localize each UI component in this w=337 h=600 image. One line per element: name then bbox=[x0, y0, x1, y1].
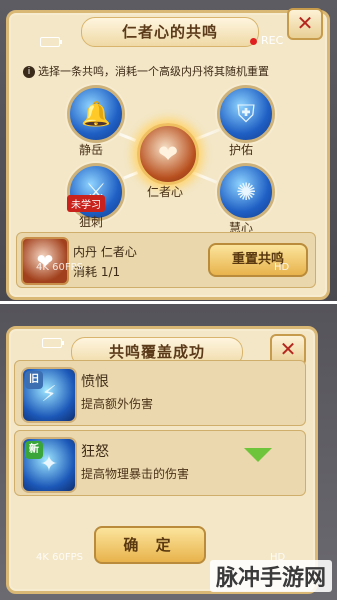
node-huyou[interactable]: ⛨ bbox=[217, 85, 275, 143]
shield-icon: ⛨ bbox=[237, 100, 255, 128]
skill-name: 狂怒 bbox=[81, 444, 109, 460]
confirm-button[interactable]: 确 定 bbox=[94, 526, 206, 564]
panel-title: 仁者心的共鸣 bbox=[81, 17, 259, 47]
node-label-jingyue: 静岳 bbox=[79, 143, 104, 157]
result-screen: 共鸣覆盖成功 ✕ ⚡ 旧 愤恨 提高额外伤害 ✦ 新 狂怒 提高物理暴击的伤害 … bbox=[0, 304, 337, 600]
battery-icon bbox=[40, 37, 62, 47]
info-icon: i bbox=[23, 66, 35, 78]
rec-dot-icon bbox=[250, 37, 257, 45]
old-tag: 旧 bbox=[25, 371, 43, 389]
skill-row-new[interactable]: ✦ 新 狂怒 提高物理暴击的伤害 bbox=[14, 430, 306, 496]
fps-overlay: 4K 60FPS bbox=[36, 552, 83, 563]
skill-icon: ✦ 新 bbox=[21, 437, 77, 493]
rec-label: REC bbox=[261, 34, 284, 47]
heart-icon: ❤ bbox=[36, 249, 54, 273]
battery-icon bbox=[42, 338, 64, 348]
item-name: 内丹 仁者心 bbox=[73, 245, 137, 259]
arrow-down-icon bbox=[244, 448, 272, 462]
skill-desc: 提高物理暴击的伤害 bbox=[81, 467, 190, 481]
bell-icon: 🔔 bbox=[81, 100, 111, 128]
node-label-juci: 狙刺 bbox=[79, 215, 104, 229]
node-jingyue[interactable]: 🔔 bbox=[67, 85, 125, 143]
rec-indicator: REC bbox=[250, 34, 283, 47]
node-label-huyou: 护佑 bbox=[229, 143, 254, 157]
skill-row-old[interactable]: ⚡ 旧 愤恨 提高额外伤害 bbox=[14, 360, 306, 426]
hd-overlay: HD bbox=[274, 262, 290, 273]
skill-name: 愤恨 bbox=[81, 374, 109, 390]
resonance-screen: 仁者心的共鸣 i 选择一条共鸣，消耗一个高级内丹将其随机重置 🔔 静岳 ⛨ 护佑 … bbox=[0, 0, 337, 302]
unlearned-badge: 未学习 bbox=[67, 195, 105, 212]
node-label-center: 仁者心 bbox=[147, 185, 184, 199]
reset-button[interactable]: 重置共鸣 bbox=[208, 243, 308, 277]
node-center[interactable]: ❤ bbox=[137, 123, 199, 185]
neidan-item: ❤ bbox=[21, 237, 69, 285]
new-tag: 新 bbox=[25, 441, 43, 459]
node-huixin[interactable]: ✺ bbox=[217, 163, 275, 221]
skill-desc: 提高额外伤害 bbox=[81, 397, 154, 411]
heart-icon: ❤ bbox=[157, 140, 179, 168]
spirit-icon: ✺ bbox=[235, 178, 257, 206]
close-button[interactable]: ✕ bbox=[287, 8, 323, 40]
watermark: 脉冲手游网 bbox=[210, 560, 333, 592]
fps-overlay: 4K 60FPS bbox=[36, 262, 83, 273]
skill-icon: ⚡ 旧 bbox=[21, 367, 77, 423]
instruction-text: i 选择一条共鸣，消耗一个高级内丹将其随机重置 bbox=[23, 63, 269, 79]
instruction-label: 选择一条共鸣，消耗一个高级内丹将其随机重置 bbox=[38, 65, 269, 78]
